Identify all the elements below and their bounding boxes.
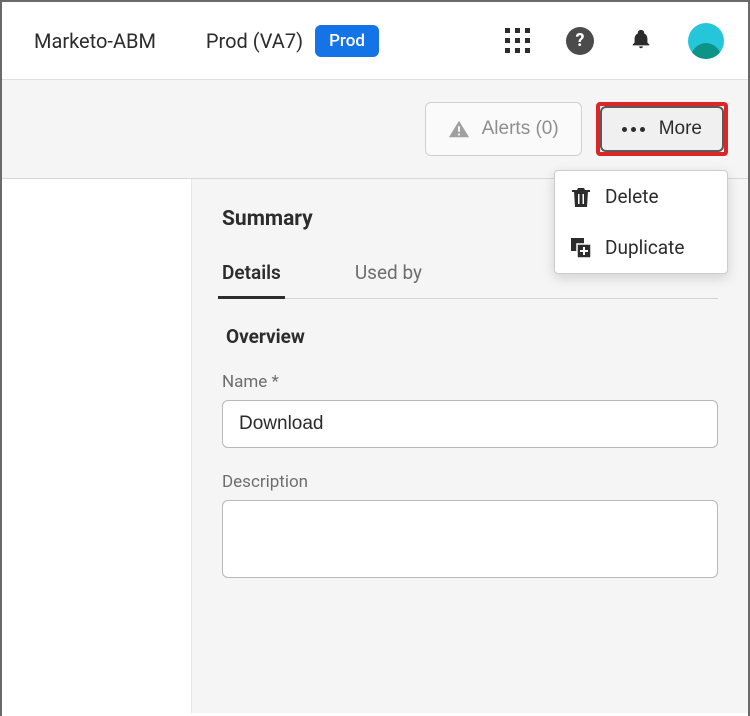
help-icon[interactable]: ?	[566, 27, 594, 55]
description-input[interactable]	[222, 500, 718, 578]
more-highlight-frame: More	[596, 102, 728, 156]
alerts-button[interactable]: Alerts (0)	[425, 102, 582, 156]
environment-name: Prod (VA7)	[206, 29, 303, 53]
apps-grid-icon[interactable]	[505, 28, 530, 53]
more-button[interactable]: More	[600, 106, 724, 152]
header-right: ?	[505, 23, 724, 59]
overview-heading: Overview	[226, 325, 718, 348]
org-name: Marketo-ABM	[34, 29, 156, 53]
environment-badge: Prod	[315, 25, 379, 57]
left-sidebar	[2, 179, 192, 713]
duplicate-icon	[571, 238, 591, 258]
dropdown-item-duplicate[interactable]: Duplicate	[555, 222, 727, 273]
notifications-bell-icon[interactable]	[630, 26, 652, 56]
name-input[interactable]	[222, 400, 718, 448]
header-left: Marketo-ABM Prod (VA7) Prod	[34, 25, 497, 57]
duplicate-label: Duplicate	[605, 236, 684, 259]
tab-used-by[interactable]: Used by	[355, 261, 422, 298]
action-bar: Alerts (0) More Delete Duplicate	[2, 80, 748, 179]
user-avatar[interactable]	[688, 23, 724, 59]
trash-icon	[571, 186, 591, 208]
top-header: Marketo-ABM Prod (VA7) Prod ?	[2, 2, 748, 80]
more-dropdown: Delete Duplicate	[554, 170, 728, 274]
warning-triangle-icon	[448, 119, 470, 139]
ellipsis-icon	[622, 127, 645, 132]
name-field-label: Name *	[222, 372, 718, 392]
alerts-label: Alerts (0)	[482, 118, 559, 140]
more-label: More	[659, 118, 702, 140]
tab-details[interactable]: Details	[222, 261, 281, 298]
description-field-label: Description	[222, 472, 718, 492]
delete-label: Delete	[605, 185, 659, 208]
dropdown-item-delete[interactable]: Delete	[555, 171, 727, 222]
environment-display: Prod (VA7) Prod	[206, 25, 379, 57]
